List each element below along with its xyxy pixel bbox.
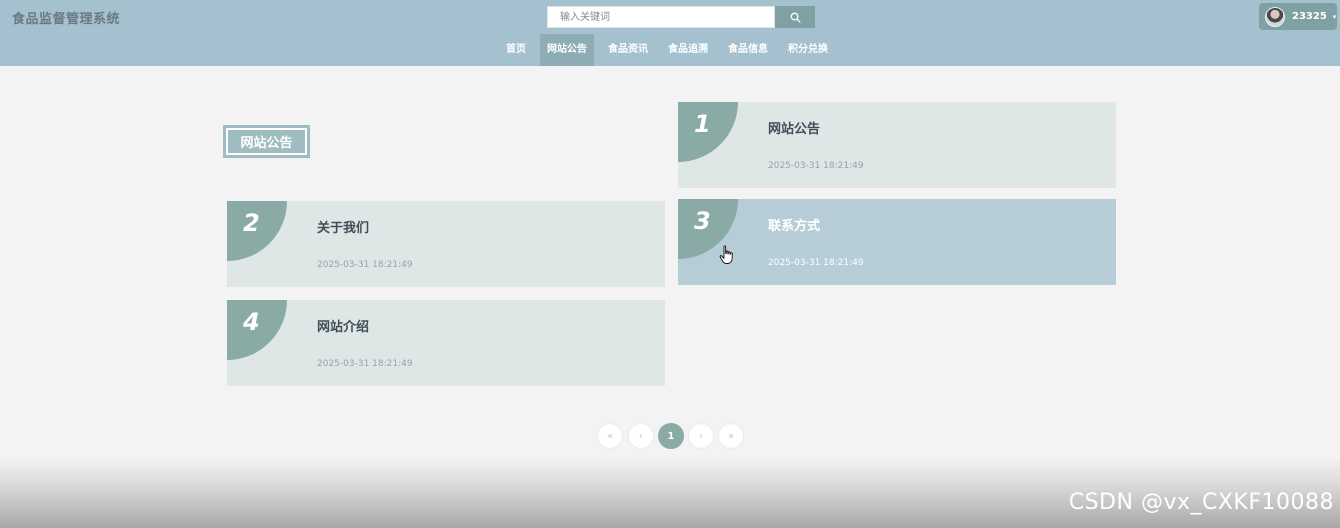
prev-page-button[interactable]: ‹	[628, 423, 654, 449]
chevron-down-icon: ▾	[1332, 12, 1337, 21]
section-title-label: 网站公告	[226, 128, 307, 155]
search-icon	[790, 12, 801, 23]
user-menu[interactable]: 23325 ▾	[1259, 3, 1337, 30]
search-input[interactable]	[547, 6, 775, 28]
card-title: 关于我们	[317, 221, 370, 236]
notice-card-1[interactable]: 1 网站公告 2025-03-31 18:21:49	[678, 102, 1116, 188]
username: 23325	[1292, 11, 1327, 22]
card-date: 2025-03-31 18:21:49	[768, 258, 864, 268]
card-title: 网站公告	[768, 122, 821, 137]
nav-food-trace[interactable]: 食品追溯	[662, 34, 714, 66]
card-number: 2	[243, 209, 260, 237]
current-page-button[interactable]: 1	[658, 423, 684, 449]
avatar	[1265, 6, 1285, 27]
search-button[interactable]	[775, 6, 815, 28]
search-bar	[547, 6, 815, 28]
last-page-button[interactable]: »	[718, 423, 744, 449]
card-date: 2025-03-31 18:21:49	[317, 359, 413, 369]
notice-card-3[interactable]: 3 联系方式 2025-03-31 18:21:49	[678, 199, 1116, 285]
card-date: 2025-03-31 18:21:49	[768, 161, 864, 171]
notice-card-2[interactable]: 2 关于我们 2025-03-31 18:21:49	[227, 201, 665, 287]
section-title: 网站公告	[223, 125, 310, 158]
main-nav: 首页 网站公告 食品资讯 食品追溯 食品信息 积分兑换	[0, 34, 1340, 66]
nav-points-exchange[interactable]: 积分兑换	[782, 34, 834, 66]
top-header: 食品监督管理系统 23325 ▾ 首页 网站公告 食品资讯 食品追溯 食品信息 …	[0, 0, 1340, 66]
card-number: 3	[694, 207, 711, 235]
card-number: 1	[694, 110, 711, 138]
card-title: 联系方式	[768, 219, 821, 234]
hand-cursor-icon	[719, 245, 733, 264]
card-number: 4	[243, 308, 260, 336]
nav-food-news[interactable]: 食品资讯	[602, 34, 654, 66]
nav-home[interactable]: 首页	[498, 34, 534, 66]
nav-announcements[interactable]: 网站公告	[540, 34, 594, 66]
first-page-button[interactable]: «	[597, 423, 623, 449]
nav-food-info[interactable]: 食品信息	[722, 34, 774, 66]
card-title: 网站介绍	[317, 320, 370, 335]
next-page-button[interactable]: ›	[688, 423, 714, 449]
site-brand[interactable]: 食品监督管理系统	[12, 8, 120, 27]
card-date: 2025-03-31 18:21:49	[317, 260, 413, 270]
watermark: CSDN @vx_CXKF10088	[1068, 490, 1334, 515]
notice-card-4[interactable]: 4 网站介绍 2025-03-31 18:21:49	[227, 300, 665, 386]
